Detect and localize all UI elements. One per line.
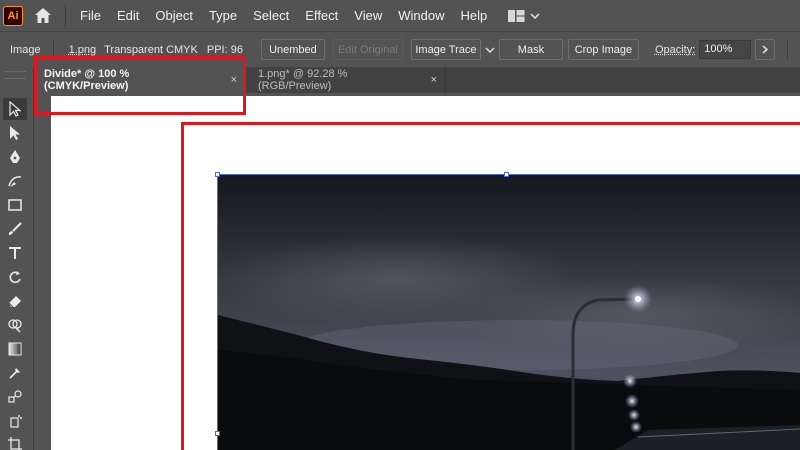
symbol-sprayer-icon bbox=[10, 415, 22, 428]
image-trace-dropdown-icon[interactable] bbox=[485, 46, 495, 54]
menu-bar: Ai File Edit Object Type Select Effect V… bbox=[0, 0, 800, 31]
selection-handle[interactable] bbox=[504, 172, 509, 177]
object-type-label: Image bbox=[10, 43, 41, 56]
artboard[interactable] bbox=[51, 96, 800, 450]
image-trace-button[interactable]: Image Trace bbox=[410, 39, 481, 60]
menu-view[interactable]: View bbox=[346, 0, 390, 31]
ppi-label: PPI: 96 bbox=[206, 43, 243, 56]
eyedropper-icon bbox=[9, 368, 20, 379]
artboard-icon bbox=[8, 437, 22, 450]
illustrator-logo: Ai bbox=[3, 5, 23, 26]
home-icon[interactable] bbox=[33, 6, 53, 26]
panel-grip[interactable] bbox=[4, 71, 26, 79]
tab-1png[interactable]: 1.png* @ 92.28 % (RGB/Preview) × bbox=[246, 67, 446, 93]
mask-button[interactable]: Mask bbox=[498, 39, 563, 60]
edit-original-button[interactable]: Edit Original bbox=[332, 39, 403, 60]
shape-builder-tool[interactable] bbox=[3, 314, 27, 336]
selection-arrow-icon bbox=[10, 126, 20, 140]
workspace-switcher[interactable] bbox=[507, 9, 541, 23]
rotate-tool[interactable] bbox=[3, 266, 27, 288]
close-icon[interactable]: × bbox=[431, 74, 437, 86]
paintbrush-tool[interactable] bbox=[3, 218, 27, 240]
rectangle-icon bbox=[8, 199, 22, 211]
menu-file[interactable]: File bbox=[72, 0, 109, 31]
selection-handle[interactable] bbox=[215, 431, 220, 436]
menu-effect[interactable]: Effect bbox=[297, 0, 346, 31]
type-icon bbox=[9, 247, 21, 259]
blend-tool[interactable] bbox=[3, 386, 27, 408]
menu-select[interactable]: Select bbox=[245, 0, 297, 31]
menu-type[interactable]: Type bbox=[201, 0, 245, 31]
symbol-sprayer-tool[interactable] bbox=[3, 410, 27, 432]
artboard-tool[interactable] bbox=[3, 433, 27, 450]
eraser-icon bbox=[8, 296, 21, 308]
workspace-grid-icon bbox=[508, 9, 540, 22]
opacity-input[interactable]: 100% bbox=[699, 40, 752, 59]
pen-icon bbox=[10, 150, 20, 163]
type-tool[interactable] bbox=[3, 242, 27, 264]
tab-label: Divide* @ 100 % (CMYK/Preview) bbox=[44, 68, 130, 92]
paintbrush-icon bbox=[8, 222, 22, 235]
opacity-label[interactable]: Opacity: bbox=[655, 44, 695, 56]
curvature-tool[interactable] bbox=[3, 170, 27, 192]
unembed-button[interactable]: Unembed bbox=[260, 39, 325, 60]
eyedropper-tool[interactable] bbox=[3, 362, 27, 384]
color-mode-label: Transparent CMYK bbox=[104, 43, 198, 56]
gradient-tool[interactable] bbox=[3, 338, 27, 360]
blend-icon bbox=[8, 390, 22, 403]
curvature-icon bbox=[8, 176, 22, 187]
linked-file-name[interactable]: 1.png bbox=[69, 44, 97, 56]
control-divider bbox=[787, 39, 789, 60]
tab-divide[interactable]: Divide* @ 100 % (CMYK/Preview) × bbox=[34, 67, 246, 93]
pen-tool[interactable] bbox=[3, 146, 27, 168]
shape-builder-icon bbox=[8, 319, 22, 333]
menu-help[interactable]: Help bbox=[452, 0, 495, 31]
tools-panel bbox=[0, 67, 34, 450]
rectangle-tool[interactable] bbox=[3, 194, 27, 216]
gradient-icon bbox=[8, 342, 22, 356]
menu-edit[interactable]: Edit bbox=[109, 0, 147, 31]
night-road-photo bbox=[218, 175, 800, 450]
control-divider bbox=[52, 39, 54, 60]
menu-object[interactable]: Object bbox=[147, 0, 201, 31]
crop-image-button[interactable]: Crop Image bbox=[567, 39, 639, 60]
eraser-tool[interactable] bbox=[3, 290, 27, 312]
menu-divider bbox=[65, 4, 66, 27]
tab-label: 1.png* @ 92.28 % (RGB/Preview) bbox=[258, 68, 348, 92]
placed-image[interactable] bbox=[217, 174, 800, 450]
control-bar: Image 1.png Transparent CMYK PPI: 96 Une… bbox=[0, 31, 800, 67]
close-icon[interactable]: × bbox=[231, 74, 237, 86]
direct-selection-icon bbox=[9, 101, 22, 117]
document-canvas[interactable] bbox=[34, 93, 800, 450]
menu-window[interactable]: Window bbox=[390, 0, 452, 31]
chevron-right-icon bbox=[762, 45, 769, 54]
opacity-expand-button[interactable] bbox=[755, 39, 776, 60]
direct-selection-tool[interactable] bbox=[3, 98, 27, 120]
rotate-icon bbox=[9, 271, 21, 284]
selection-tool[interactable] bbox=[3, 122, 27, 144]
document-tab-bar: Divide* @ 100 % (CMYK/Preview) × 1.png* … bbox=[34, 67, 800, 93]
selection-handle[interactable] bbox=[215, 172, 220, 177]
